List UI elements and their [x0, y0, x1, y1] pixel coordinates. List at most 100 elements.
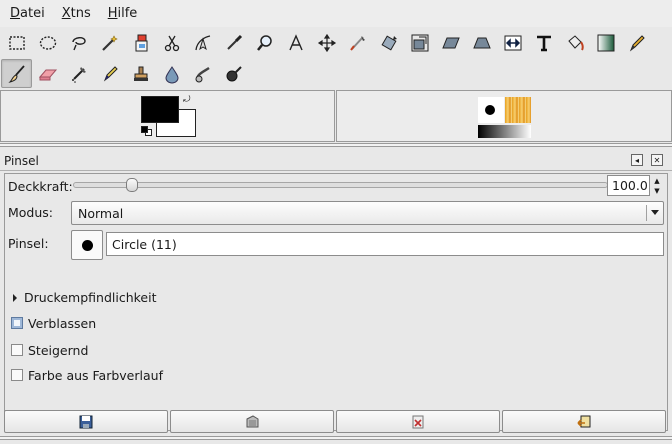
brush-name-field: Circle (11): [106, 232, 664, 256]
reset-options-button[interactable]: [502, 410, 666, 433]
flip-tool[interactable]: [497, 28, 528, 57]
brush-preview[interactable]: [478, 97, 504, 123]
smudge-tool[interactable]: [187, 59, 218, 88]
pencil-tool[interactable]: [621, 28, 652, 57]
dock-menu-button[interactable]: ◂: [631, 154, 643, 166]
paths-icon: [194, 34, 210, 50]
dodge-burn-icon: [226, 65, 242, 81]
text-tool[interactable]: [528, 28, 559, 57]
color-select-tool[interactable]: [125, 28, 156, 57]
dock-close-button[interactable]: ✕: [651, 154, 663, 166]
fade-checkbox[interactable]: [11, 317, 23, 329]
clone-tool[interactable]: [125, 59, 156, 88]
rect-select-icon: [8, 35, 25, 50]
opacity-slider-thumb[interactable]: [125, 178, 138, 192]
lasso-tool[interactable]: [63, 28, 94, 57]
opacity-spin-arrows[interactable]: ▲ ▼: [652, 176, 662, 196]
color-select-icon: [135, 34, 147, 51]
ink-icon: [103, 65, 118, 81]
ellipse-select-tool[interactable]: [32, 28, 63, 57]
mode-label: Modus:: [8, 205, 54, 220]
pencil-icon: [629, 34, 645, 51]
spin-up-icon[interactable]: ▲: [652, 176, 662, 186]
incremental-label[interactable]: Steigernd: [28, 343, 88, 358]
brush-pattern-gradient-panel: [336, 90, 672, 142]
pattern-preview[interactable]: [505, 97, 531, 123]
foreground-color-swatch[interactable]: [141, 96, 179, 123]
incremental-checkbox[interactable]: [11, 344, 23, 356]
blend-tool[interactable]: [590, 28, 621, 57]
move-tool[interactable]: [311, 28, 342, 57]
gradient-color-label[interactable]: Farbe aus Farbverlauf: [28, 368, 163, 383]
text-icon: [536, 35, 551, 51]
delete-icon: [412, 415, 424, 428]
brush-select-button[interactable]: [71, 230, 103, 260]
magnify-tool[interactable]: [249, 28, 280, 57]
mode-value: Normal: [78, 206, 124, 221]
rotate-icon: [380, 34, 397, 51]
measure-tool[interactable]: [280, 28, 311, 57]
toolbox: [0, 27, 672, 89]
pane-separator-bottom[interactable]: [0, 436, 672, 440]
dock-title: Pinsel: [4, 154, 39, 168]
tool-options-content: Deckkraft: 100.0 ▲ ▼ Modus: Normal Pinsel…: [4, 173, 668, 431]
menu-xtns[interactable]: Xtns: [52, 6, 98, 21]
gradient-color-checkbox[interactable]: [11, 369, 23, 381]
eraser-tool[interactable]: [32, 59, 63, 88]
swap-colors-icon[interactable]: ⤾: [183, 96, 191, 105]
save-icon: [79, 415, 93, 428]
color-picker-tool[interactable]: [218, 28, 249, 57]
expander-arrow-icon[interactable]: [13, 294, 17, 302]
menu-hilfe[interactable]: Hilfe: [98, 6, 145, 21]
rotate-tool[interactable]: [373, 28, 404, 57]
shear-tool[interactable]: [435, 28, 466, 57]
default-colors-icon[interactable]: [141, 126, 153, 137]
opacity-spinbutton[interactable]: 100.0: [607, 175, 650, 196]
eraser-icon: [38, 69, 57, 80]
opacity-slider-track[interactable]: [73, 182, 608, 188]
airbrush-tool[interactable]: [63, 59, 94, 88]
restore-icon: [246, 414, 259, 427]
blur-icon: [164, 65, 179, 83]
menubar: Datei Xtns Hilfe: [0, 0, 672, 27]
tool-row-2: [0, 58, 672, 89]
rect-select-tool[interactable]: [1, 28, 32, 57]
bucket-fill-tool[interactable]: [559, 28, 590, 57]
scissors-tool[interactable]: [156, 28, 187, 57]
scale-icon: [411, 34, 428, 51]
pane-separator-top[interactable]: [0, 143, 672, 147]
perspective-tool[interactable]: [466, 28, 497, 57]
ellipse-select-icon: [39, 35, 56, 50]
crop-icon: [349, 35, 365, 51]
pressure-sensitivity-expander[interactable]: Druckempfindlichkeit: [24, 290, 156, 305]
dodge-burn-tool[interactable]: [218, 59, 249, 88]
color-picker-icon: [226, 34, 242, 50]
mode-combobox[interactable]: Normal: [71, 201, 664, 225]
spin-down-icon[interactable]: ▼: [652, 186, 662, 196]
perspective-icon: [472, 37, 491, 48]
airbrush-icon: [71, 66, 86, 83]
blend-icon: [597, 34, 614, 51]
delete-options-button[interactable]: [336, 410, 500, 433]
bucket-fill-icon: [567, 34, 584, 50]
menu-datei[interactable]: Datei: [0, 6, 52, 21]
fuzzy-select-tool[interactable]: [94, 28, 125, 57]
scissors-icon: [164, 35, 179, 51]
fuzzy-select-icon: [101, 34, 118, 51]
paths-tool[interactable]: [187, 28, 218, 57]
blur-tool[interactable]: [156, 59, 187, 88]
paintbrush-tool[interactable]: [1, 59, 32, 88]
restore-options-button[interactable]: [170, 410, 334, 433]
flip-icon: [504, 35, 521, 50]
fade-label[interactable]: Verblassen: [28, 316, 96, 331]
scale-tool[interactable]: [404, 28, 435, 57]
opacity-label: Deckkraft:: [8, 179, 73, 194]
dock-title-divider: [0, 170, 672, 171]
fg-bg-color-panel: ⤾: [0, 90, 335, 142]
tool-row-1: [0, 27, 672, 58]
gradient-preview[interactable]: [478, 125, 531, 138]
crop-tool[interactable]: [342, 28, 373, 57]
chevron-down-icon: [651, 210, 659, 215]
ink-tool[interactable]: [94, 59, 125, 88]
save-options-button[interactable]: [4, 410, 168, 433]
